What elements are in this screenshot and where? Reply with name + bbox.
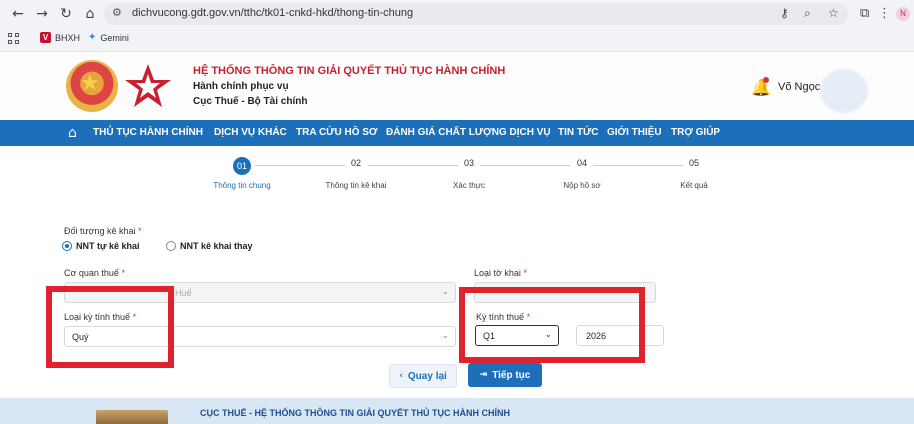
step-3-label: Xác thực [452,181,486,190]
site-info-icon[interactable]: ⚙ [112,6,122,19]
url-text[interactable]: dichvucong.gdt.gov.vn/tthc/tk01-cnkd-hkd… [132,7,413,19]
bookmarks-bar: V BHXH ✦ Gemini [0,29,914,51]
national-emblem-icon: ★ [66,60,118,112]
nav-item-tro-giup[interactable]: TRỢ GIÚP [671,127,720,138]
profile-avatar[interactable]: N [896,7,910,21]
nav-item-tin-tuc[interactable]: TIN TỨC [558,127,599,138]
radio-unselected-icon[interactable] [166,241,176,251]
step-connector [368,165,458,166]
menu-icon[interactable]: ⋮ [878,6,891,21]
step-5-number: 05 [688,158,699,168]
co-quan-thue-label: Cơ quan thuế * [64,268,125,278]
nav-item-tra-cuu[interactable]: TRA CỨU HỒ SƠ [296,127,377,138]
main-nav: ⌂ THỦ TỤC HÀNH CHÍNH DỊCH VỤ KHÁC TRA CỨ… [0,120,914,146]
back-arrow-icon[interactable]: ← [10,6,26,22]
co-quan-thue-value: Huế [175,288,192,298]
step-4-number: 04 [576,158,587,168]
key-icon[interactable]: ⚷ [780,6,789,20]
nav-item-gioi-thieu[interactable]: GIỚI THIỆU [607,127,662,138]
doi-tuong-label: Đối tượng kê khai * [64,226,142,236]
radio-label: NNT kê khai thay [180,241,253,251]
agency-name: Cục Thuế - Bộ Tài chính [193,96,308,107]
highlight-box [46,286,174,368]
home-icon[interactable]: ⌂ [68,125,77,141]
site-title: HỆ THỐNG THÔNG TIN GIẢI QUYẾT THỦ TỤC HÀ… [193,65,506,77]
next-button-label: Tiếp tục [492,369,531,381]
star-icon[interactable]: ☆ [828,6,839,20]
step-2-number: 02 [350,158,361,168]
next-button[interactable]: ⇥ Tiếp tục [468,363,542,387]
step-1-number: 01 [233,157,251,175]
v-badge-icon: V [40,32,51,43]
building-image [96,410,168,424]
reload-icon[interactable]: ↻ [58,6,74,22]
loai-to-khai-label: Loại tờ khai * [474,268,527,278]
footer-title: CỤC THUẾ - HỆ THỐNG THÔNG TIN GIẢI QUYẾT… [200,408,510,418]
next-arrow-icon: ⇥ [479,370,488,380]
step-connector [480,165,570,166]
step-5-label: Kết quả [680,181,708,190]
back-button-label: Quay lại [407,370,447,382]
notification-dot [763,77,769,83]
step-4-label: Nộp hồ sơ [563,181,601,190]
nav-item-thu-tuc[interactable]: THỦ TỤC HÀNH CHÍNH [93,127,203,138]
address-bar[interactable]: ⚙ dichvucong.gdt.gov.vn/tthc/tk01-cnkd-h… [104,3,848,25]
browser-chrome: ← → ↻ ⌂ ⚙ dichvucong.gdt.gov.vn/tthc/tk0… [0,0,914,52]
home-browser-icon[interactable]: ⌂ [82,6,98,22]
chevron-down-icon: ⌄ [441,287,449,297]
back-button[interactable]: ‹ Quay lại [389,364,457,388]
nav-item-dich-vu-khac[interactable]: DỊCH VỤ KHÁC [214,127,287,138]
gemini-icon: ✦ [88,32,97,43]
extensions-icon[interactable]: ⧉ [860,6,869,21]
bookmark-label: Gemini [100,32,129,43]
step-1-label: Thông tin chung [213,181,271,190]
site-header: ★ HỆ THỐNG THÔNG TIN GIẢI QUYẾT THỦ TỤC … [0,52,914,120]
tax-logo-icon [125,64,171,107]
step-2-label: Thông tin kê khai [325,181,387,190]
forward-arrow-icon[interactable]: → [34,6,50,22]
bookmark-gemini[interactable]: ✦ Gemini [88,32,129,43]
zoom-icon[interactable]: ⌕ [804,6,811,21]
bookmark-bhxh[interactable]: V BHXH [40,32,80,43]
step-connector [593,165,683,166]
radio-declare-on-behalf[interactable]: NNT kê khai thay [166,241,253,251]
radio-selected-icon[interactable] [62,241,72,251]
highlight-box [459,287,645,363]
radio-self-declare[interactable]: NNT tự kê khai [62,241,140,251]
chevron-left-icon: ‹ [399,371,403,381]
nav-item-danh-gia[interactable]: ĐÁNH GIÁ CHẤT LƯỢNG DỊCH VỤ [386,127,551,138]
step-connector [255,165,345,166]
avatar[interactable] [820,69,868,113]
step-3-number: 03 [463,158,474,168]
bookmark-label: BHXH [55,32,81,43]
site-subtitle: Hành chính phục vụ [193,81,289,92]
chevron-down-icon: ⌄ [441,331,449,341]
radio-label: NNT tự kê khai [76,241,140,251]
